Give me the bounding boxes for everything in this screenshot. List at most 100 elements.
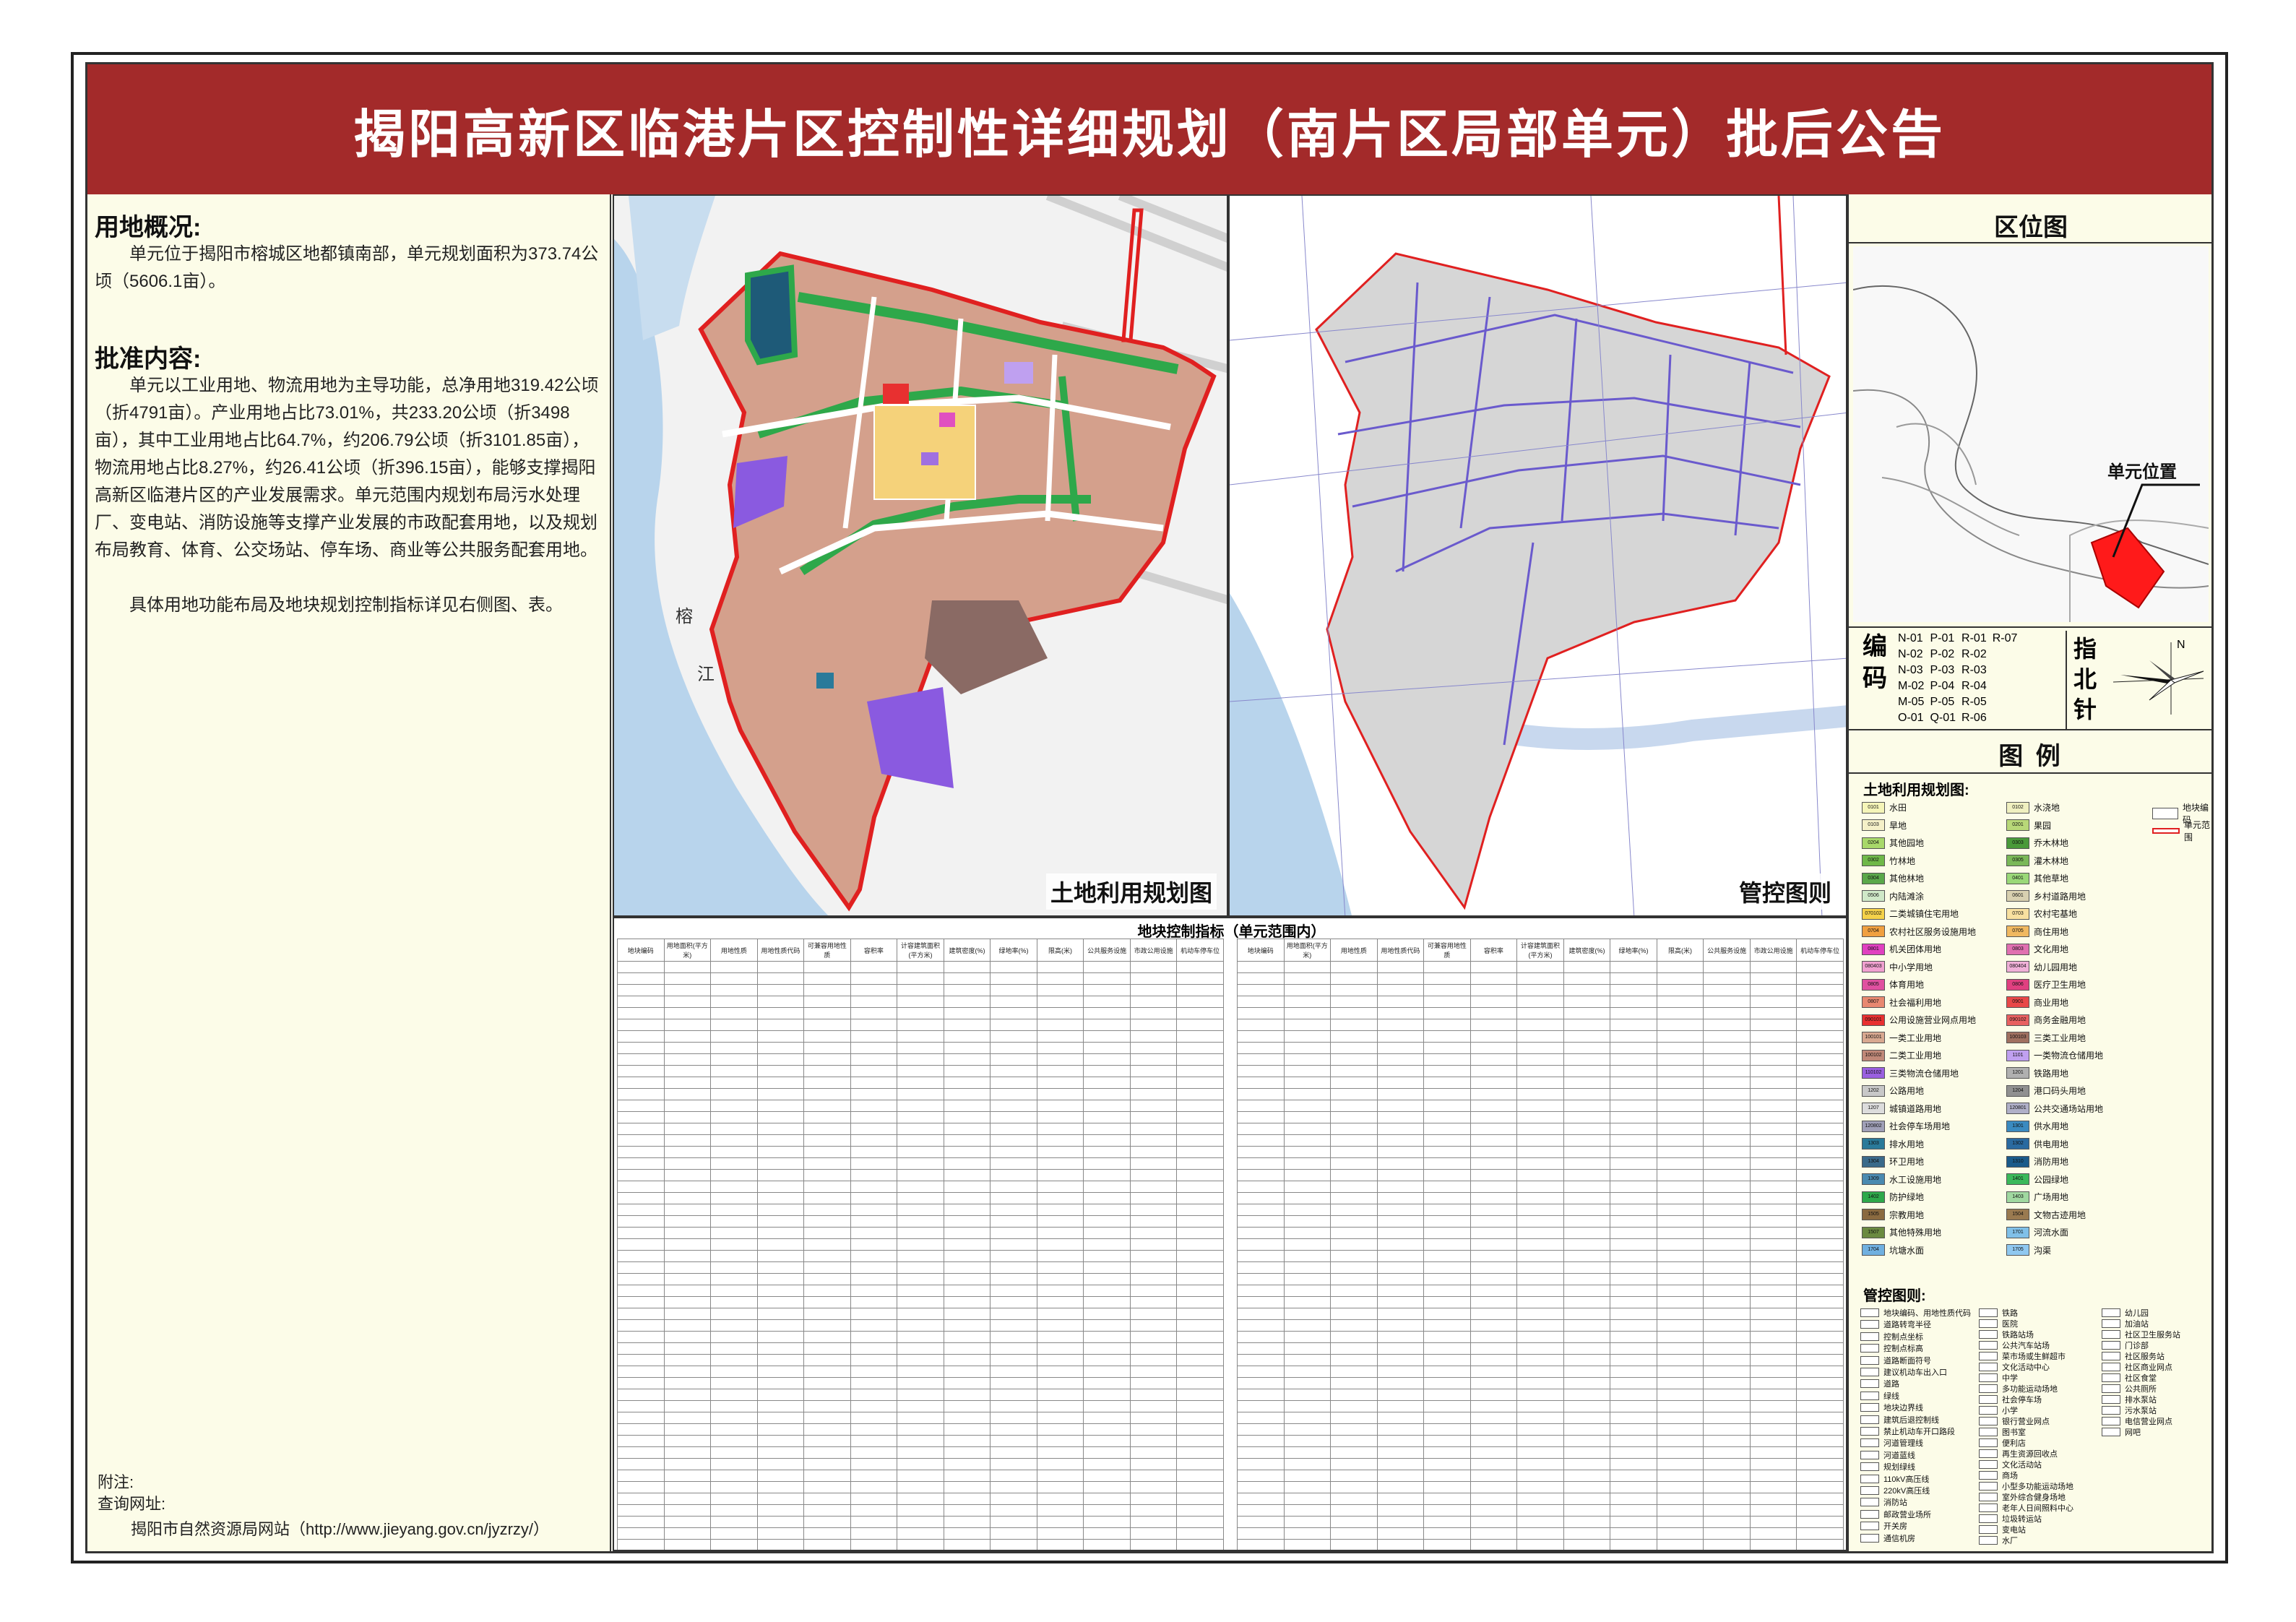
table-cell: [1749, 1308, 1797, 1320]
table-cell: [850, 1204, 898, 1216]
table-cell: [943, 1042, 991, 1054]
table-cell: [1237, 1077, 1285, 1089]
table-cell: [1036, 1123, 1084, 1135]
legend-symbol: [1979, 1373, 1998, 1382]
legend-swatch: 0304: [1862, 872, 1885, 884]
table-cell: [756, 1181, 805, 1193]
table-cell: [1703, 1423, 1751, 1436]
table-cell: [1516, 1146, 1564, 1158]
table-cell: [1129, 1100, 1178, 1112]
table-cell: [1516, 1215, 1564, 1228]
table-cell: [1749, 1065, 1797, 1077]
table-cell: [943, 1366, 991, 1378]
table-cell: [1656, 984, 1704, 996]
table-row: [1237, 1354, 1844, 1366]
table-cell: [1423, 1019, 1471, 1031]
table-cell: [617, 1215, 665, 1228]
table-cell: [1237, 1088, 1285, 1100]
table-cell: [1469, 996, 1518, 1008]
table-cell: [1749, 1227, 1797, 1239]
legend-symbol: [1979, 1493, 1998, 1501]
control-legend-item: 加油站: [2102, 1318, 2149, 1329]
table-cell: [1237, 1400, 1285, 1412]
table-row: [617, 1273, 1224, 1285]
legend-label: 其他草地: [2034, 873, 2069, 884]
table-cell: [1610, 1238, 1657, 1251]
table-cell: [850, 1481, 898, 1493]
table-cell: [850, 984, 898, 996]
table-cell: [1423, 1042, 1471, 1054]
table-cell: [803, 972, 851, 985]
table-cell: [663, 1100, 712, 1112]
table-row: [1237, 1088, 1844, 1100]
legend-label: 城镇道路用地: [1889, 1103, 1942, 1114]
table-cell: [943, 1354, 991, 1366]
table-cell: [1749, 1019, 1797, 1031]
table-cell: [1083, 1446, 1131, 1459]
table-row: [1237, 1504, 1844, 1517]
table-cell: [1610, 1400, 1657, 1412]
table-cell: [850, 1146, 898, 1158]
legend-label: 铁路: [2002, 1309, 2018, 1318]
code-item: P-02: [1930, 648, 1955, 660]
table-cell: [990, 1030, 1037, 1043]
table-cell: [1283, 1435, 1332, 1447]
table-cell: [1283, 1123, 1332, 1135]
table-cell: [617, 1134, 665, 1147]
table-cell: [1330, 1331, 1378, 1343]
land-legend-item: 0506 内陆滩涂: [1862, 890, 1924, 902]
indicator-table-left: 地块编码 用地面积(平方米) 用地性质 用地性质代码 可兼容用地性质 容积率 计容建筑面积(…: [617, 939, 1224, 1550]
table-cell: [803, 1516, 851, 1528]
table-cell: [990, 1134, 1037, 1147]
table-cell: [897, 996, 944, 1008]
table-cell: [1083, 1527, 1131, 1540]
table-cell: [1469, 1504, 1518, 1517]
table-cell: [1656, 1319, 1704, 1332]
table-cell: [990, 1019, 1037, 1031]
table-cell: [1283, 961, 1332, 973]
control-legend-item: 多功能运动场地: [1979, 1383, 2058, 1394]
table-cell: [1283, 1319, 1332, 1332]
table-row: [617, 1366, 1224, 1378]
table-cell: [1423, 1250, 1471, 1262]
table-cell: [617, 1030, 665, 1043]
table-cell: [617, 1250, 665, 1262]
table-cell: [1083, 1007, 1131, 1019]
table-cell: [1129, 1157, 1178, 1170]
table-cell: [897, 1342, 944, 1355]
table-row: [1237, 1250, 1844, 1262]
land-legend-item: 0201 果园: [2006, 819, 2051, 832]
table-cell: [710, 1296, 758, 1308]
table-cell: [1176, 1400, 1224, 1412]
legend-symbol: [2102, 1319, 2120, 1328]
table-cell: [803, 1412, 851, 1424]
table-cell: [1656, 1273, 1704, 1285]
table-cell: [1749, 1481, 1797, 1493]
table-cell: [663, 1377, 712, 1389]
table-cell: [990, 1319, 1037, 1332]
table-cell: [617, 1435, 665, 1447]
table-cell: [803, 1377, 851, 1389]
table-row: [1237, 1111, 1844, 1123]
legend-label: 公用设施营业网点用地: [1889, 1015, 1977, 1025]
table-cell: [617, 1470, 665, 1482]
table-cell: [1749, 1088, 1797, 1100]
table-cell: [1376, 1157, 1425, 1170]
table-cell: [1083, 1308, 1131, 1320]
table-cell: [1129, 1053, 1178, 1066]
table-cell: [1176, 1458, 1224, 1470]
table-cell: [617, 1296, 665, 1308]
table-cell: [1796, 1181, 1844, 1193]
table-cell: [1516, 1400, 1564, 1412]
table-cell: [1176, 1088, 1224, 1100]
table-cell: [850, 1250, 898, 1262]
table-cell: [1516, 1111, 1564, 1123]
table-cell: [1330, 1412, 1378, 1424]
table-cell: [1469, 1227, 1518, 1239]
table-cell: [1749, 1042, 1797, 1054]
table-cell: [1749, 1077, 1797, 1089]
table-cell: [1796, 1146, 1844, 1158]
table-cell: [897, 1053, 944, 1066]
table-cell: [663, 1342, 712, 1355]
table-cell: [1376, 1204, 1425, 1216]
